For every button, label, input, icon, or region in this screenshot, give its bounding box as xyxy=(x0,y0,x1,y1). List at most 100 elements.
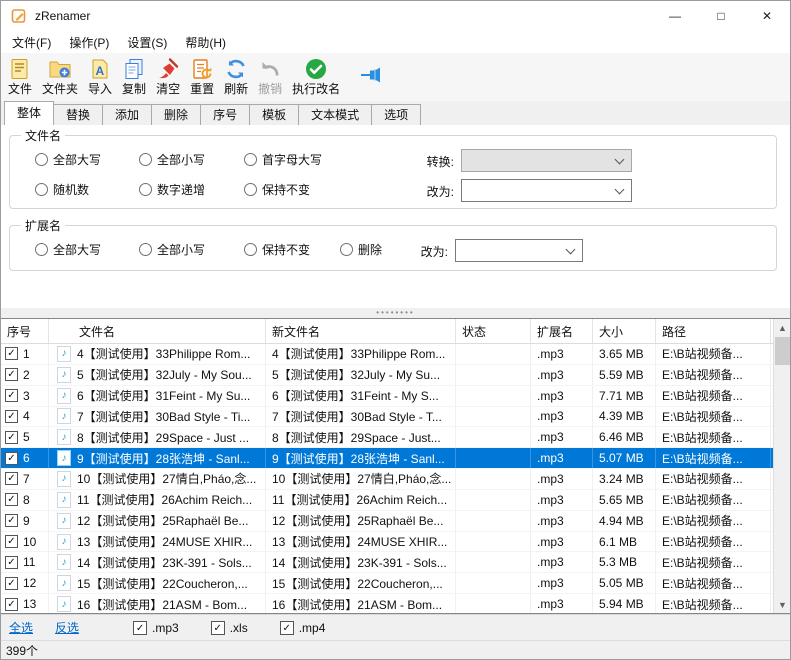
row-checkbox[interactable]: ✓ xyxy=(5,472,18,485)
table-row[interactable]: ✓13♪16【测试使用】21ASM - Bom...16【测试使用】21ASM … xyxy=(1,594,773,613)
toolbar-button-copy[interactable]: 复制 xyxy=(117,55,151,98)
column-header-5[interactable]: 大小 xyxy=(593,319,656,343)
cell-status xyxy=(456,386,531,406)
filename-changeto-combobox[interactable] xyxy=(461,179,632,202)
tab-7[interactable]: 选项 xyxy=(371,104,421,125)
table-row[interactable]: ✓11♪14【测试使用】23K-391 - Sols...14【测试使用】23K… xyxy=(1,552,773,573)
radio-option[interactable]: 保持不变 xyxy=(244,241,340,258)
row-checkbox[interactable]: ✓ xyxy=(5,452,18,465)
scrollbar-thumb[interactable] xyxy=(775,337,790,365)
table-row[interactable]: ✓10♪13【测试使用】24MUSE XHIR...13【测试使用】24MUSE… xyxy=(1,532,773,553)
tab-2[interactable]: 添加 xyxy=(102,104,152,125)
filter-checkbox[interactable]: ✓ xyxy=(280,621,294,635)
extension-changeto-combobox[interactable] xyxy=(455,239,583,262)
close-button[interactable]: ✕ xyxy=(744,1,790,31)
radio-option[interactable]: 全部大写 xyxy=(35,241,139,258)
select-all-link[interactable]: 全选 xyxy=(9,619,33,636)
cell-size-text: 5.94 MB xyxy=(599,597,644,611)
column-header-3[interactable]: 状态 xyxy=(456,319,531,343)
invert-selection-link[interactable]: 反选 xyxy=(55,619,79,636)
row-checkbox[interactable]: ✓ xyxy=(5,368,18,381)
column-header-2[interactable]: 新文件名 xyxy=(266,319,456,343)
menu-item-1[interactable]: 操作(P) xyxy=(60,31,118,53)
table-row[interactable]: ✓9♪12【测试使用】25Raphaël Be...12【测试使用】25Raph… xyxy=(1,511,773,532)
cell-new-filename: 10【测试使用】27情白,Pháo,念... xyxy=(266,469,456,489)
status-bar: 399个 xyxy=(1,640,790,659)
tab-4[interactable]: 序号 xyxy=(200,104,250,125)
menu-item-2[interactable]: 设置(S) xyxy=(118,31,176,53)
cell-path: E:\B站视频备... xyxy=(656,594,771,613)
toolbar-button-label: 文件夹 xyxy=(42,82,78,97)
column-header-0[interactable]: 序号 xyxy=(1,319,49,343)
panel-splitter[interactable]: •••••••• xyxy=(1,308,790,318)
table-row[interactable]: ✓1♪4【测试使用】33Philippe Rom...4【测试使用】33Phil… xyxy=(1,344,773,365)
cell-path-text: E:\B站视频备... xyxy=(662,429,743,446)
column-header-4[interactable]: 扩展名 xyxy=(531,319,593,343)
menu-item-0[interactable]: 文件(F) xyxy=(3,31,60,53)
radio-option[interactable]: 随机数 xyxy=(35,181,139,198)
row-checkbox[interactable]: ✓ xyxy=(5,493,18,506)
toolbar-button-reset[interactable]: 重置 xyxy=(185,55,219,98)
tab-3[interactable]: 删除 xyxy=(151,104,201,125)
tab-0[interactable]: 整体 xyxy=(4,101,54,125)
radio-option[interactable]: 保持不变 xyxy=(244,181,334,198)
row-number: 12 xyxy=(23,576,36,590)
cell-new-filename: 9【测试使用】28张浩坤 - Sanl... xyxy=(266,448,456,468)
column-header-6[interactable]: 路径 xyxy=(656,319,771,343)
table-row[interactable]: ✓6♪9【测试使用】28张浩坤 - Sanl...9【测试使用】28张浩坤 - … xyxy=(1,448,773,469)
radio-option[interactable]: 全部小写 xyxy=(139,151,244,168)
table-row[interactable]: ✓7♪10【测试使用】27情白,Pháo,念...10【测试使用】27情白,Ph… xyxy=(1,469,773,490)
column-header-1[interactable]: 文件名 xyxy=(49,319,266,343)
filter-xls[interactable]: ✓.xls xyxy=(211,621,248,635)
row-checkbox[interactable]: ✓ xyxy=(5,389,18,402)
toolbar-button-clear[interactable]: 清空 xyxy=(151,55,185,98)
filename-text: 6【测试使用】31Feint - My Su... xyxy=(77,387,250,404)
row-checkbox[interactable]: ✓ xyxy=(5,410,18,423)
tab-6[interactable]: 文本模式 xyxy=(298,104,372,125)
filter-checkbox[interactable]: ✓ xyxy=(133,621,147,635)
vertical-scrollbar[interactable]: ▲ ▼ xyxy=(773,319,790,613)
table-row[interactable]: ✓12♪15【测试使用】22Coucheron,...15【测试使用】22Cou… xyxy=(1,573,773,594)
radio-option[interactable]: 数字递增 xyxy=(139,181,244,198)
title-bar: zRenamer —□✕ xyxy=(1,1,790,31)
cell-new-filename-text: 9【测试使用】28张浩坤 - Sanl... xyxy=(272,450,445,467)
toolbar-button-execute-rename[interactable]: 执行改名 xyxy=(287,55,345,98)
menu-item-3[interactable]: 帮助(H) xyxy=(176,31,235,53)
table-row[interactable]: ✓4♪7【测试使用】30Bad Style - Ti...7【测试使用】30Ba… xyxy=(1,407,773,428)
row-checkbox[interactable]: ✓ xyxy=(5,535,18,548)
cell-new-filename: 7【测试使用】30Bad Style - T... xyxy=(266,407,456,427)
radio-label: 删除 xyxy=(358,241,382,258)
toolbar-button-folder[interactable]: 文件夹 xyxy=(37,55,83,98)
filter-checkbox[interactable]: ✓ xyxy=(211,621,225,635)
table-row[interactable]: ✓2♪5【测试使用】32July - My Sou...5【测试使用】32Jul… xyxy=(1,365,773,386)
row-checkbox[interactable]: ✓ xyxy=(5,577,18,590)
row-checkbox[interactable]: ✓ xyxy=(5,347,18,360)
table-row[interactable]: ✓5♪8【测试使用】29Space - Just ...8【测试使用】29Spa… xyxy=(1,427,773,448)
music-note-icon: ♪ xyxy=(57,554,71,570)
radio-option[interactable]: 首字母大写 xyxy=(244,151,334,168)
cell-path-text: E:\B站视频备... xyxy=(662,345,743,362)
table-row[interactable]: ✓8♪11【测试使用】26Achim Reich...11【测试使用】26Ach… xyxy=(1,490,773,511)
row-checkbox[interactable]: ✓ xyxy=(5,556,18,569)
row-checkbox[interactable]: ✓ xyxy=(5,431,18,444)
filter-mp3[interactable]: ✓.mp3 xyxy=(133,621,179,635)
radio-option[interactable]: 全部大写 xyxy=(35,151,139,168)
cell-path: E:\B站视频备... xyxy=(656,469,771,489)
minimize-button[interactable]: — xyxy=(652,1,698,31)
row-checkbox[interactable]: ✓ xyxy=(5,514,18,527)
cell-size-text: 3.65 MB xyxy=(599,347,644,361)
toolbar-button-refresh[interactable]: 刷新 xyxy=(219,55,253,98)
tab-5[interactable]: 模板 xyxy=(249,104,299,125)
clear-icon xyxy=(156,56,180,82)
scroll-up-icon[interactable]: ▲ xyxy=(774,319,790,336)
toolbar-button-import[interactable]: A导入 xyxy=(83,55,117,98)
toolbar-button-file[interactable]: 文件 xyxy=(3,55,37,98)
maximize-button[interactable]: □ xyxy=(698,1,744,31)
pin-toolbar-button[interactable] xyxy=(359,65,387,88)
table-row[interactable]: ✓3♪6【测试使用】31Feint - My Su...6【测试使用】31Fei… xyxy=(1,386,773,407)
radio-option[interactable]: 全部小写 xyxy=(139,241,244,258)
tab-1[interactable]: 替换 xyxy=(53,104,103,125)
scroll-down-icon[interactable]: ▼ xyxy=(774,596,790,613)
filter-mp4[interactable]: ✓.mp4 xyxy=(280,621,326,635)
row-checkbox[interactable]: ✓ xyxy=(5,598,18,611)
